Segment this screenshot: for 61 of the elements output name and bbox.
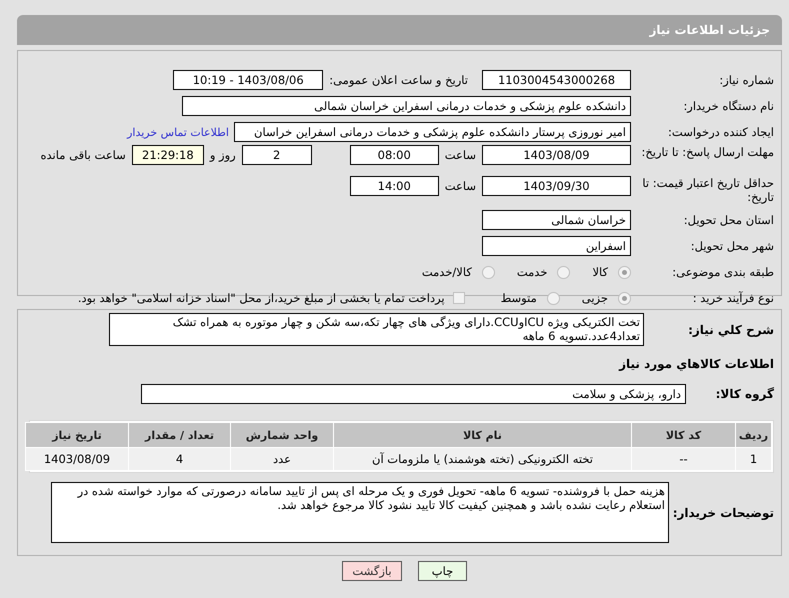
table-cell: 1403/08/09: [26, 448, 128, 470]
table-cell: تخته الکترونیکی (تخته هوشمند) یا ملزومات آن: [334, 448, 631, 470]
field-label: توضیحات خریدار:: [672, 506, 774, 520]
date-field: 1403/09/30: [482, 176, 631, 196]
city-field: اسفراین: [482, 236, 631, 256]
field-label: استان محل تحویل:: [682, 213, 774, 227]
radio-label: جزیی: [582, 291, 608, 305]
buyer-contact-link[interactable]: اطلاعات تماس خریدار: [127, 126, 234, 138]
radio-label: خدمت: [516, 265, 548, 279]
column-header: واحد شمارش: [231, 423, 333, 447]
description-field: تخت الکتریکی ویژه ICUوCCU.دارای ویژگی های چهار تکه،سه شکن و چهار موتوره به همراه تشک تعداد4عدد.تسویه 6 ماهه: [109, 313, 644, 346]
field-label: شماره نیاز:: [718, 73, 774, 87]
field-label: ساعت: [444, 147, 477, 164]
requester-field: امیر نوروزی پرستار دانشکده علوم پزشکی و خدمات درمانی اسفراین خراسان: [234, 122, 631, 142]
table-cell: 4: [129, 448, 230, 470]
action-button[interactable]: چاپ: [418, 561, 467, 581]
table-cell: عدد: [231, 448, 333, 470]
radio-label: کالا: [592, 265, 608, 279]
field-label: طبقه بندی موضوعی:: [671, 265, 774, 279]
remaining-time-field: 21:29:18: [132, 145, 204, 165]
need-number-field: 1103004543000268: [482, 70, 631, 90]
field-label: ایجاد کننده درخواست:: [667, 125, 774, 139]
days-field: 2: [242, 145, 312, 165]
column-header: تعداد / مقدار: [129, 423, 230, 447]
column-header: کد کالا: [632, 423, 735, 447]
field-label: نام دستگاه خریدار:: [682, 99, 774, 113]
field-label: حداقل تاریخ اعتبار قیمت: تا تاریخ:: [641, 176, 774, 204]
radio-label: کالا/خدمت: [422, 265, 472, 279]
field-label: مهلت ارسال پاسخ: تا تاریخ:: [640, 145, 774, 159]
date-field: 1403/08/09: [482, 145, 631, 165]
buyer-notes-field: هزینه حمل با فروشنده- تسویه 6 ماهه- تحویل فوری و یک مرحله ای پس از تایید سامانه درصورتی که موارد خواسته شده در استعلام رعایت نشده باشد و همچنین کیفیت کالا تایید نشود کالا مرجوع خواهد شد.: [51, 482, 669, 543]
time-field: 08:00: [350, 145, 439, 165]
announce-date-field: 1403/08/06 - 10:19: [173, 70, 324, 90]
field-label: ساعت: [444, 178, 477, 195]
table-cell: 1: [736, 448, 771, 470]
radio-button[interactable]: [482, 266, 495, 278]
field-label: ساعت باقی مانده: [40, 147, 127, 164]
field-label: شهر محل تحویل:: [690, 239, 774, 253]
radio-button[interactable]: [618, 292, 631, 304]
table-cell: --: [632, 448, 735, 470]
field-label: شرح کلي نياز:: [687, 322, 774, 336]
province-field: خراسان شمالی: [482, 210, 631, 230]
column-header: تاریخ نیاز: [26, 423, 128, 447]
radio-button[interactable]: [618, 266, 631, 278]
section-heading: اطلاعات کالاهاي مورد نياز: [618, 357, 774, 371]
buyer-org-field: دانشکده علوم پزشکی و خدمات درمانی اسفراین خراسان شمالی: [182, 96, 631, 116]
field-label: نوع فرآیند خرید :: [692, 291, 774, 305]
time-field: 14:00: [350, 176, 439, 196]
radio-button[interactable]: [546, 292, 560, 304]
radio-button[interactable]: [557, 266, 570, 278]
column-header: ردیف: [736, 423, 771, 447]
action-button[interactable]: بازگشت: [342, 561, 402, 581]
goods-group-field: دارو، پزشکی و سلامت: [141, 384, 686, 404]
column-header: نام کالا: [334, 423, 631, 447]
field-label: تاریخ و ساعت اعلان عمومی:: [328, 73, 469, 87]
checkbox-label: پرداخت تمام یا بخشی از مبلغ خرید،از محل "اسناد خزانه اسلامی" خواهد بود.: [78, 291, 445, 305]
page-title: جزئیات اطلاعات نیاز: [649, 23, 770, 37]
checkbox[interactable]: [452, 292, 465, 304]
field-label: گروه کالا:: [714, 387, 774, 401]
radio-label: متوسط: [500, 291, 537, 305]
field-label: روز و: [208, 147, 237, 164]
